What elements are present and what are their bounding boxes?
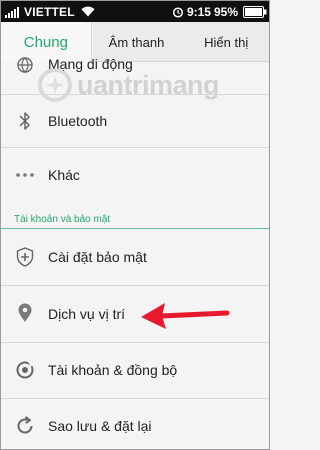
clock-time: 9:15 [186,4,211,19]
bluetooth-icon [15,111,35,131]
alarm-icon [172,6,183,18]
signal-icon [5,6,19,18]
list-item-label: Bluetooth [48,113,108,129]
list-item-cai-dat-bao-mat[interactable]: Cài đặt bảo mật [1,229,269,285]
list-item-label: Dịch vụ vị trí [48,306,126,322]
annotation-arrow-icon [141,303,230,329]
more-dots-icon [15,165,35,185]
shield-icon [15,247,35,267]
backup-restore-icon [15,416,35,436]
status-bar: VIETTEL 9:15 95% [1,1,269,22]
globe-icon [15,55,35,75]
list-item-khac[interactable]: Khác [1,148,269,201]
list-item-label: Cài đặt bảo mật [48,249,147,265]
section-header: Tài khoản và bảo mật [14,214,111,225]
battery-icon [243,5,267,18]
sync-icon [15,360,35,380]
list-item-label: Sao lưu & đặt lại [48,418,152,434]
location-pin-icon [15,303,35,323]
carrier-name: VIETTEL [24,4,75,19]
list-item-tai-khoan-dong-bo[interactable]: Tài khoản & đồng bộ [1,343,269,398]
settings-screen: VIETTEL 9:15 95% Chung Âm thanh Hiển thị [0,0,270,450]
list-item-label: Khác [48,167,80,183]
list-item-sao-luu-dat-lai[interactable]: Sao lưu & đặt lại [1,399,269,449]
battery-percent: 95% [213,4,238,19]
list-item-bluetooth[interactable]: Bluetooth [1,95,269,147]
wifi-icon [81,6,95,17]
list-item-label: Tài khoản & đồng bộ [48,362,178,378]
